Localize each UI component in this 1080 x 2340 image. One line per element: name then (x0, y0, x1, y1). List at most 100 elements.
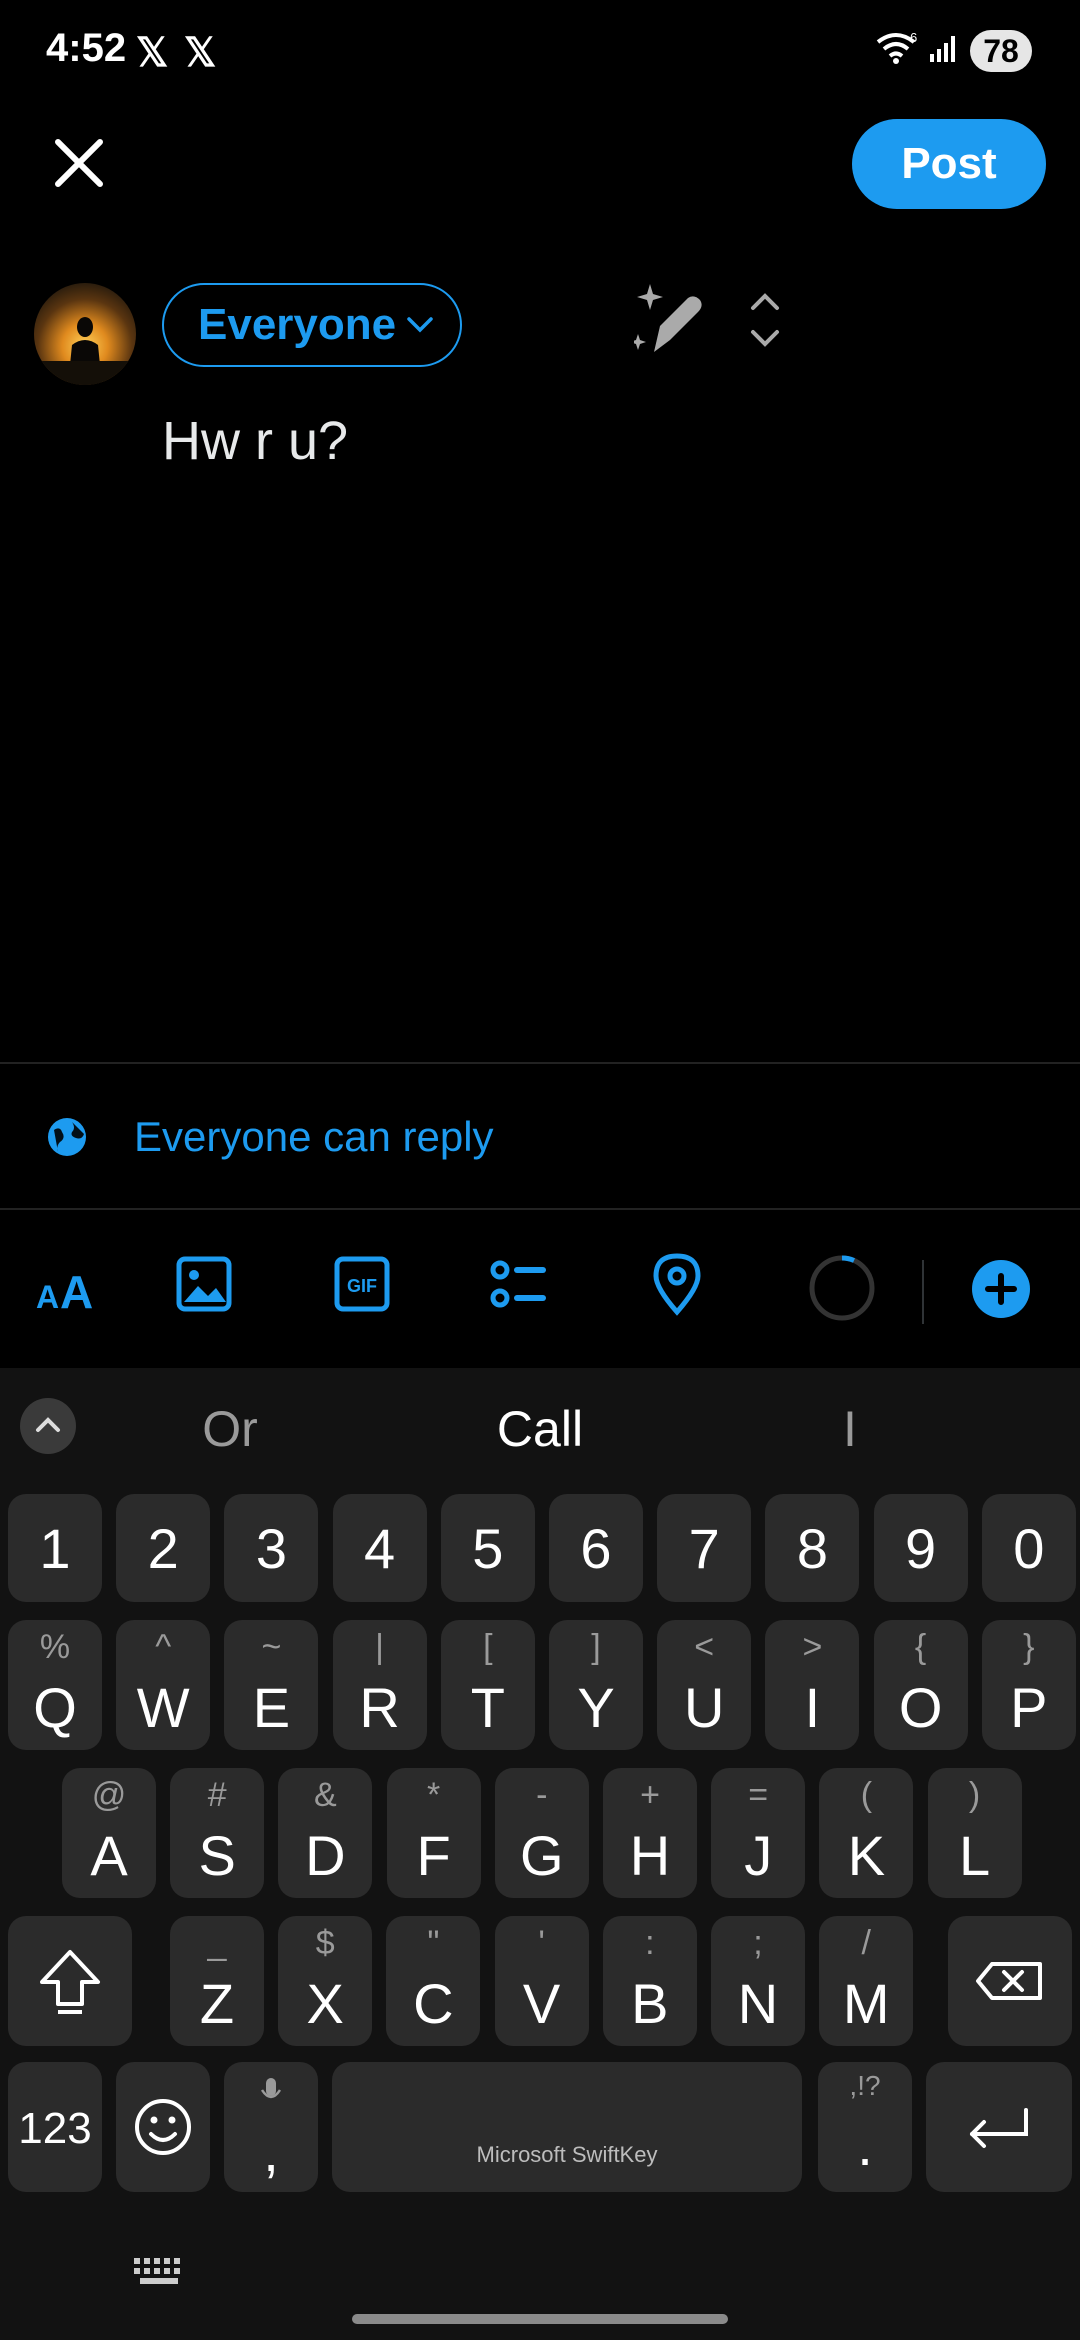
key-label: 123 (18, 2104, 92, 2153)
post-button[interactable]: Post (852, 119, 1046, 209)
key-4[interactable]: 4 (332, 1494, 427, 1602)
key-label: F (416, 1824, 451, 1887)
location-icon[interactable] (652, 1252, 702, 1316)
shift-icon (40, 1950, 100, 2014)
toolbar-separator (922, 1260, 924, 1324)
backspace-key[interactable] (948, 1916, 1072, 2046)
text-format-icon[interactable]: A A (36, 1264, 102, 1314)
key-g[interactable]: -G (494, 1768, 589, 1898)
key-label: 3 (255, 1517, 287, 1580)
key-5[interactable]: 5 (440, 1494, 535, 1602)
emoji-key[interactable] (116, 2062, 210, 2192)
key-8[interactable]: 8 (765, 1494, 860, 1602)
key-r[interactable]: | R (332, 1620, 427, 1750)
key-label: D (305, 1824, 346, 1887)
key-label: S (198, 1824, 236, 1887)
key-label: I (804, 1676, 821, 1739)
key-v[interactable]: ' V (494, 1916, 589, 2046)
key-secondary-label: _ (207, 1924, 227, 1962)
key-m[interactable]: / M (819, 1916, 914, 2046)
key-s[interactable]: # S (170, 1768, 265, 1898)
key-secondary-label: ] (591, 1628, 601, 1666)
key-secondary-label: + (640, 1776, 660, 1814)
avatar[interactable] (34, 283, 136, 385)
suggestion-1[interactable]: Or (150, 1400, 310, 1458)
key-secondary-label: ) (968, 1776, 981, 1814)
key-label: M (842, 1972, 890, 2035)
key-label: O (898, 1676, 943, 1739)
key-a[interactable]: @ A (62, 1768, 156, 1898)
key-n[interactable]: ; N (711, 1916, 805, 2046)
key-7[interactable]: 7 (657, 1494, 752, 1602)
key-z[interactable]: _ Z (170, 1916, 264, 2046)
key-6[interactable]: 6 (549, 1494, 643, 1602)
key-c[interactable]: " C (386, 1916, 481, 2046)
key-o[interactable]: {O (873, 1620, 968, 1750)
expand-icon[interactable] (748, 290, 782, 350)
key-u[interactable]: < U (657, 1620, 752, 1750)
space-key[interactable]: Microsoft SwiftKey (332, 2062, 802, 2192)
key-label: X (306, 1972, 344, 2035)
key-1[interactable]: 1 (8, 1494, 102, 1602)
key-3[interactable]: 3 (224, 1494, 319, 1602)
key-l[interactable]: ) L (927, 1768, 1022, 1898)
key-9[interactable]: 9 (873, 1494, 968, 1602)
key-0[interactable]: 0 (981, 1494, 1076, 1602)
key-secondary-label: [ (483, 1628, 493, 1666)
keyboard-switch-icon[interactable] (132, 2254, 188, 2294)
collapse-suggestions-button[interactable] (20, 1398, 76, 1454)
key-d[interactable]: & D (278, 1768, 373, 1898)
comma-key[interactable]: , (224, 2062, 318, 2192)
key-t[interactable]: [T (440, 1620, 535, 1750)
key-label: 7 (688, 1517, 720, 1580)
audience-selector[interactable]: Everyone (162, 283, 462, 367)
enter-key[interactable] (926, 2062, 1072, 2192)
status-bar: 4:52 𝕏 𝕏 6 78 (0, 0, 1080, 100)
key-2[interactable]: 2 (116, 1494, 211, 1602)
suggestion-2[interactable]: Call (440, 1400, 640, 1458)
key-k[interactable]: (K (819, 1768, 914, 1898)
key-secondary-label: | (375, 1628, 385, 1666)
ai-write-icon[interactable] (634, 282, 712, 362)
compose-text-input[interactable]: Hw r u? (162, 410, 348, 472)
key-q[interactable]: % Q (8, 1620, 102, 1750)
add-thread-button[interactable] (972, 1260, 1030, 1318)
key-w[interactable]: ^ W (116, 1620, 211, 1750)
key-label: Q (33, 1676, 77, 1739)
key-b[interactable]: :B (602, 1916, 697, 2046)
key-secondary-label: = (748, 1776, 769, 1814)
key-secondary-label: ~ (261, 1628, 282, 1666)
emoji-icon (135, 2099, 191, 2155)
key-e[interactable]: ~ E (224, 1620, 319, 1750)
key-y[interactable]: ] Y (549, 1620, 643, 1750)
image-icon[interactable] (176, 1256, 232, 1312)
compose-toolbar: A A GIF (0, 1212, 1080, 1368)
key-j[interactable]: = J (711, 1768, 806, 1898)
period-key[interactable]: ,!?. (818, 2062, 912, 2192)
suggestion-3[interactable]: I (790, 1400, 910, 1458)
close-icon[interactable] (46, 130, 112, 196)
divider (0, 1208, 1080, 1210)
key-label: U (683, 1676, 725, 1739)
key-h[interactable]: + H (603, 1768, 697, 1898)
numbers-mode-key[interactable]: 123 (8, 2062, 102, 2192)
gif-icon[interactable]: GIF (334, 1256, 390, 1312)
key-f[interactable]: * F (386, 1768, 481, 1898)
key-secondary-label: & (314, 1776, 337, 1814)
key-secondary-label: / (861, 1924, 871, 1962)
svg-text:A: A (36, 1279, 59, 1314)
home-indicator (352, 2314, 728, 2324)
key-i[interactable]: > I (765, 1620, 860, 1750)
key-label: L (959, 1824, 991, 1887)
key-label: . (857, 2114, 873, 2177)
key-secondary-label: : (645, 1924, 655, 1962)
key-label: B (631, 1972, 669, 2035)
enter-icon (970, 2108, 1028, 2148)
reply-setting[interactable]: Everyone can reply (0, 1064, 1080, 1210)
key-secondary-label: ' (538, 1924, 545, 1962)
poll-icon[interactable] (490, 1256, 550, 1312)
shift-key[interactable] (8, 1916, 132, 2046)
key-x[interactable]: $ X (278, 1916, 373, 2046)
signal-icon (930, 36, 955, 62)
key-p[interactable]: } P (981, 1620, 1076, 1750)
